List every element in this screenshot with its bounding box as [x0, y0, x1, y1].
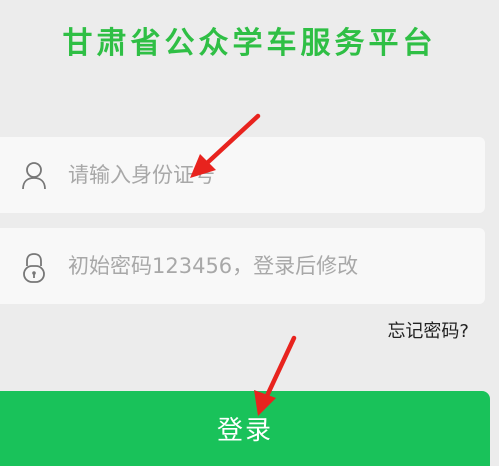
login-button[interactable]: 登录 [0, 391, 490, 466]
lock-icon [20, 252, 48, 283]
password-input[interactable] [68, 228, 468, 304]
id-number-field[interactable] [0, 137, 485, 213]
id-number-input[interactable] [68, 137, 468, 213]
page-title: 甘肃省公众学车服务平台 [62, 26, 437, 61]
forgot-password-link[interactable]: 忘记密码? [387, 320, 469, 344]
user-icon [20, 161, 48, 191]
password-field[interactable] [0, 228, 485, 304]
